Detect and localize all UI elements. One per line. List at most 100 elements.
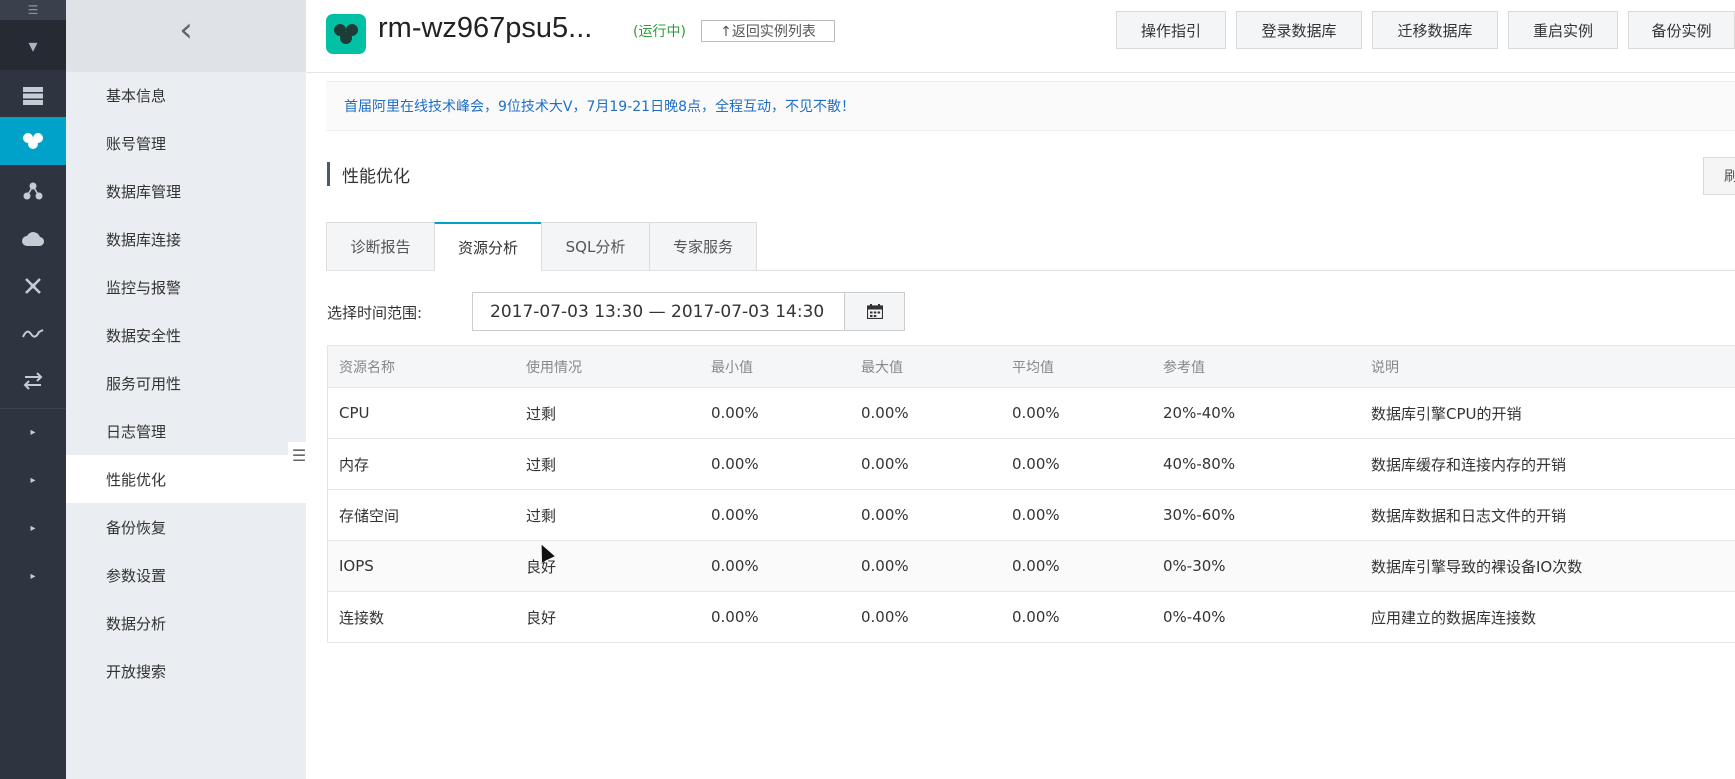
sidebar-item-connections[interactable]: 数据库连接 bbox=[66, 215, 306, 263]
table-header-row: 资源名称 使用情况 最小值 最大值 平均值 参考值 说明 bbox=[328, 346, 1735, 388]
login-db-button[interactable]: 登录数据库 bbox=[1236, 11, 1362, 49]
sidebar-item-open-search[interactable]: 开放搜索 bbox=[66, 647, 306, 695]
column-header: 最大值 bbox=[861, 359, 903, 376]
usage-status: 过剩 bbox=[526, 506, 557, 525]
sidebar-item-availability[interactable]: 服务可用性 bbox=[66, 359, 306, 407]
usage-status: 良好 bbox=[526, 608, 557, 627]
column-header: 平均值 bbox=[1012, 359, 1054, 376]
calendar-button[interactable] bbox=[844, 292, 905, 331]
avg-value: 0.00% bbox=[1012, 557, 1060, 575]
sidebar-item-accounts[interactable]: 账号管理 bbox=[66, 119, 306, 167]
usage-status: 过剩 bbox=[526, 455, 557, 474]
sidebar-item-databases[interactable]: 数据库管理 bbox=[66, 167, 306, 215]
avg-value: 0.00% bbox=[1012, 455, 1060, 473]
network-icon[interactable] bbox=[0, 262, 66, 310]
cloud-icon[interactable] bbox=[0, 215, 66, 263]
max-value: 0.00% bbox=[861, 557, 909, 575]
section-title: 性能优化 bbox=[327, 162, 410, 187]
expand-arrow-icon[interactable]: ▸ bbox=[0, 552, 66, 600]
sidebar-item-monitoring[interactable]: 监控与报警 bbox=[66, 263, 306, 311]
menu-icon[interactable]: ☰ bbox=[0, 0, 66, 20]
chevron-left-icon[interactable]: ‹ bbox=[166, 10, 206, 50]
description: 数据库引擎CPU的开销 bbox=[1371, 404, 1522, 423]
resource-name: 内存 bbox=[339, 455, 370, 474]
tab-resource-analysis[interactable]: 资源分析 bbox=[434, 222, 542, 271]
tab-diagnosis-report[interactable]: 诊断报告 bbox=[326, 222, 435, 270]
column-header: 说明 bbox=[1371, 359, 1399, 376]
icon-rail: ☰ ▾ ▸ ▸ ▸ ▸ bbox=[0, 0, 66, 779]
tab-sql-analysis[interactable]: SQL分析 bbox=[541, 222, 650, 270]
description: 应用建立的数据库连接数 bbox=[1371, 608, 1537, 627]
min-value: 0.00% bbox=[711, 506, 759, 524]
usage-status: 过剩 bbox=[526, 404, 557, 423]
expand-arrow-icon[interactable]: ▸ bbox=[0, 504, 66, 552]
description: 数据库缓存和连接内存的开销 bbox=[1371, 455, 1567, 474]
announcement-link[interactable]: 首届阿里在线技术峰会，9位技术大V，7月19-21日晚8点，全程互动，不见不散！ bbox=[326, 81, 1735, 131]
back-to-list-button[interactable]: ↑返回实例列表 bbox=[701, 20, 835, 42]
description: 数据库引擎导致的裸设备IO次数 bbox=[1371, 557, 1583, 576]
wave-icon[interactable] bbox=[0, 310, 66, 358]
min-value: 0.00% bbox=[711, 557, 759, 575]
min-value: 0.00% bbox=[711, 608, 759, 626]
sidebar-item-parameters[interactable]: 参数设置 bbox=[66, 551, 306, 599]
restart-instance-button[interactable]: 重启实例 bbox=[1508, 11, 1618, 49]
column-header: 最小值 bbox=[711, 359, 753, 376]
refresh-button[interactable]: 刷 bbox=[1703, 157, 1735, 195]
secondary-sidebar: ‹ 基本信息 账号管理 数据库管理 数据库连接 监控与报警 数据安全性 服务可用… bbox=[66, 0, 306, 779]
tab-expert-service[interactable]: 专家服务 bbox=[649, 222, 757, 270]
min-value: 0.00% bbox=[711, 455, 759, 473]
sidebar-item-logs[interactable]: 日志管理 bbox=[66, 407, 306, 455]
sidebar-item-backup[interactable]: 备份恢复 bbox=[66, 503, 306, 551]
time-range-label: 选择时间范围: bbox=[327, 304, 423, 322]
guide-button[interactable]: 操作指引 bbox=[1116, 11, 1226, 49]
sidebar-item-analytics[interactable]: 数据分析 bbox=[66, 599, 306, 647]
sidebar-header: ‹ bbox=[66, 0, 306, 72]
calendar-icon bbox=[866, 304, 883, 319]
table-row: 内存 过剩 0.00% 0.00% 0.00% 40%-80% 数据库缓存和连接… bbox=[328, 439, 1735, 490]
rds-instance-icon bbox=[326, 14, 366, 54]
resource-name: CPU bbox=[339, 404, 370, 422]
server-icon[interactable] bbox=[0, 72, 66, 120]
resource-name: 连接数 bbox=[339, 608, 385, 627]
max-value: 0.00% bbox=[861, 455, 909, 473]
reference-value: 30%-60% bbox=[1163, 506, 1236, 524]
description: 数据库数据和日志文件的开销 bbox=[1371, 506, 1567, 525]
page-header: rm-wz967psu5... (运行中) ↑返回实例列表 操作指引 登录数据库… bbox=[306, 0, 1735, 73]
sidebar-item-security[interactable]: 数据安全性 bbox=[66, 311, 306, 359]
reference-value: 0%-40% bbox=[1163, 608, 1226, 626]
transfer-icon[interactable] bbox=[0, 357, 66, 405]
resource-table: 资源名称 使用情况 最小值 最大值 平均值 参考值 说明 CPU 过剩 0.00… bbox=[327, 345, 1735, 643]
cluster-icon[interactable] bbox=[0, 167, 66, 215]
max-value: 0.00% bbox=[861, 506, 909, 524]
expand-arrow-icon[interactable]: ▸ bbox=[0, 456, 66, 504]
status-badge: (运行中) bbox=[633, 24, 686, 40]
sidebar-toggle-icon[interactable]: ☰ bbox=[288, 442, 310, 468]
reference-value: 0%-30% bbox=[1163, 557, 1226, 575]
reference-value: 40%-80% bbox=[1163, 455, 1236, 473]
column-header: 资源名称 bbox=[339, 359, 395, 376]
table-row: 连接数 良好 0.00% 0.00% 0.00% 0%-40% 应用建立的数据库… bbox=[328, 592, 1735, 643]
sidebar-item-basic-info[interactable]: 基本信息 bbox=[66, 71, 306, 119]
table-row: CPU 过剩 0.00% 0.00% 0.00% 20%-40% 数据库引擎CP… bbox=[328, 388, 1735, 439]
migrate-db-button[interactable]: 迁移数据库 bbox=[1372, 11, 1498, 49]
avg-value: 0.00% bbox=[1012, 404, 1060, 422]
column-header: 参考值 bbox=[1163, 359, 1205, 376]
resource-name: IOPS bbox=[339, 557, 374, 575]
reference-value: 20%-40% bbox=[1163, 404, 1236, 422]
caret-down-icon[interactable]: ▾ bbox=[0, 22, 66, 70]
table-row: 存储空间 过剩 0.00% 0.00% 0.00% 30%-60% 数据库数据和… bbox=[328, 490, 1735, 541]
expand-arrow-icon[interactable]: ▸ bbox=[0, 408, 66, 456]
resource-name: 存储空间 bbox=[339, 506, 400, 525]
min-value: 0.00% bbox=[711, 404, 759, 422]
tab-bar: 诊断报告 资源分析 SQL分析 专家服务 bbox=[326, 222, 1735, 271]
max-value: 0.00% bbox=[861, 404, 909, 422]
instance-title: rm-wz967psu5... bbox=[378, 12, 593, 44]
backup-instance-button[interactable]: 备份实例 bbox=[1628, 11, 1735, 49]
sidebar-item-performance[interactable]: 性能优化 bbox=[66, 455, 306, 503]
rds-icon[interactable] bbox=[0, 117, 66, 165]
avg-value: 0.00% bbox=[1012, 608, 1060, 626]
max-value: 0.00% bbox=[861, 608, 909, 626]
time-range-input[interactable]: 2017-07-03 13:30 — 2017-07-03 14:30 bbox=[472, 292, 845, 331]
avg-value: 0.00% bbox=[1012, 506, 1060, 524]
column-header: 使用情况 bbox=[526, 359, 582, 376]
